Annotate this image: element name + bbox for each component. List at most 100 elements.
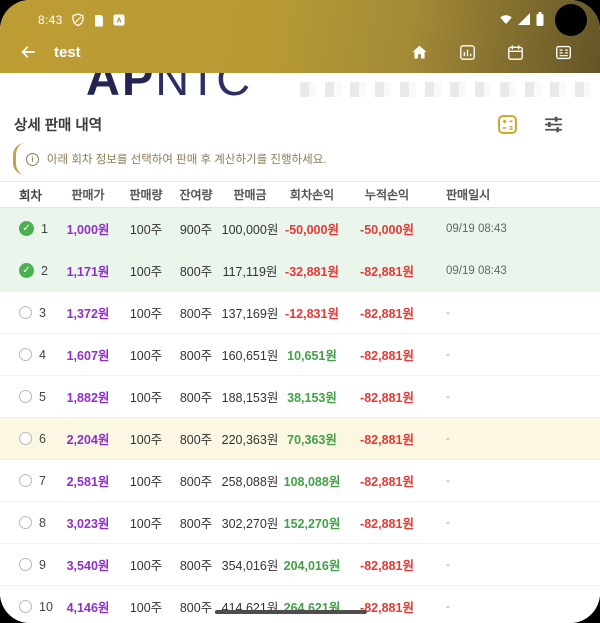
status-left-icons: A xyxy=(72,13,125,27)
radio-icon[interactable] xyxy=(19,348,32,361)
radio-icon[interactable] xyxy=(19,516,32,529)
check-icon[interactable]: ✓ xyxy=(19,221,34,236)
round-pl-cell: -32,881원 xyxy=(280,261,344,280)
round-cell: 7 xyxy=(12,474,56,488)
app-bar: test xyxy=(0,32,600,72)
radio-icon[interactable] xyxy=(19,600,32,613)
round-pl-cell: -12,831원 xyxy=(280,303,344,322)
round-cell: ✓2 xyxy=(12,263,56,278)
summary-card-icon[interactable] xyxy=(547,43,580,62)
datetime-cell: - xyxy=(430,391,600,403)
notice-text: 아래 회차 정보를 선택하여 판매 후 계산하기를 진행하세요. xyxy=(47,151,326,167)
home-icon[interactable] xyxy=(403,43,436,62)
remain-cell: 800주 xyxy=(172,387,220,406)
round-number: 6 xyxy=(39,432,46,446)
volume-cell: 100주 xyxy=(120,303,172,322)
apnic-logo: APNIC xyxy=(86,73,257,102)
remain-cell: 900주 xyxy=(172,219,220,238)
price-cell: 3,540원 xyxy=(56,555,120,574)
column-header-4: 판매금 xyxy=(220,186,280,203)
section-title: 상세 판매 내역 xyxy=(14,114,102,135)
volume-cell: 100주 xyxy=(120,387,172,406)
round-pl-cell: 204,016원 xyxy=(280,555,344,574)
info-icon: i xyxy=(26,153,39,166)
table-row-7[interactable]: 72,581원100주800주258,088원108,088원-82,881원- xyxy=(0,460,600,502)
cum-pl-cell: -82,881원 xyxy=(344,261,430,280)
round-number: 3 xyxy=(39,306,46,320)
back-arrow-icon[interactable] xyxy=(18,42,38,62)
cum-pl-cell: -82,881원 xyxy=(344,303,430,322)
datetime-cell: - xyxy=(430,601,600,613)
round-number: 4 xyxy=(39,348,46,362)
table-row-10[interactable]: 104,146원100주800주414,621원264,621원-82,881원… xyxy=(0,586,600,623)
gold-header: 8:43 A xyxy=(0,0,600,73)
radio-icon[interactable] xyxy=(19,474,32,487)
round-cell: 5 xyxy=(12,390,56,404)
cum-pl-cell: -82,881원 xyxy=(344,555,430,574)
table-row-5[interactable]: 51,882원100주800주188,153원38,153원-82,881원- xyxy=(0,376,600,418)
check-icon[interactable]: ✓ xyxy=(19,263,34,278)
table-row-6[interactable]: 62,204원100주800주220,363원70,363원-82,881원- xyxy=(0,418,600,460)
table-row-4[interactable]: 41,607원100주800주160,651원10,651원-82,881원- xyxy=(0,334,600,376)
round-pl-cell: 38,153원 xyxy=(280,387,344,406)
cum-pl-cell: -82,881원 xyxy=(344,513,430,532)
remain-cell: 800주 xyxy=(172,261,220,280)
volume-cell: 100주 xyxy=(120,513,172,532)
calendar-icon[interactable] xyxy=(499,43,532,62)
app-badge-icon: A xyxy=(113,14,125,26)
round-number: 8 xyxy=(39,516,46,530)
datetime-cell: - xyxy=(430,475,600,487)
table-row-8[interactable]: 83,023원100주800주302,270원152,270원-82,881원- xyxy=(0,502,600,544)
radio-icon[interactable] xyxy=(19,432,32,445)
amount-cell: 117,119원 xyxy=(220,261,280,280)
table-row-9[interactable]: 93,540원100주800주354,016원204,016원-82,881원- xyxy=(0,544,600,586)
radio-icon[interactable] xyxy=(19,558,32,571)
cum-pl-cell: -82,881원 xyxy=(344,471,430,490)
cum-pl-cell: -50,000원 xyxy=(344,219,430,238)
table-row-3[interactable]: 31,372원100주800주137,169원-12,831원-82,881원- xyxy=(0,292,600,334)
radio-icon[interactable] xyxy=(19,306,32,319)
logo-strip: APNIC xyxy=(0,73,600,102)
table-header-row: 회차판매가판매량잔여량판매금회차손익누적손익판매일시 xyxy=(0,181,600,208)
amount-cell: 302,270원 xyxy=(220,513,280,532)
price-cell: 1,171원 xyxy=(56,261,120,280)
datetime-cell: - xyxy=(430,517,600,529)
stats-chart-icon[interactable] xyxy=(451,43,484,62)
wifi-icon xyxy=(499,13,513,25)
column-header-5: 회차손익 xyxy=(280,186,344,203)
remain-cell: 800주 xyxy=(172,303,220,322)
price-cell: 2,204원 xyxy=(56,429,120,448)
notice-banner: i 아래 회차 정보를 선택하여 판매 후 계산하기를 진행하세요. xyxy=(13,143,586,175)
round-cell: 3 xyxy=(12,306,56,320)
table-row-2[interactable]: ✓21,171원100주800주117,119원-32,881원-82,881원… xyxy=(0,250,600,292)
camera-cutout xyxy=(555,4,587,36)
datetime-cell: - xyxy=(430,349,600,361)
column-header-3: 잔여량 xyxy=(172,186,220,203)
round-cell: ✓1 xyxy=(12,221,56,236)
round-number: 9 xyxy=(39,558,46,572)
remain-cell: 800주 xyxy=(172,597,220,616)
round-pl-cell: 70,363원 xyxy=(280,429,344,448)
volume-cell: 100주 xyxy=(120,429,172,448)
section-head: 상세 판매 내역 xyxy=(0,102,600,137)
round-number: 7 xyxy=(39,474,46,488)
calculator-icon[interactable] xyxy=(497,114,518,135)
column-header-1: 판매가 xyxy=(56,186,120,203)
round-cell: 8 xyxy=(12,516,56,530)
round-pl-cell: -50,000원 xyxy=(280,219,344,238)
gesture-bar[interactable] xyxy=(215,610,367,614)
battery-icon xyxy=(536,12,544,26)
section-icons xyxy=(497,114,586,135)
filter-tune-icon[interactable] xyxy=(543,114,564,135)
cum-pl-cell: -82,881원 xyxy=(344,345,430,364)
remain-cell: 800주 xyxy=(172,513,220,532)
radio-icon[interactable] xyxy=(19,390,32,403)
column-header-0: 회차 xyxy=(12,185,56,204)
table-row-1[interactable]: ✓11,000원100주900주100,000원-50,000원-50,000원… xyxy=(0,208,600,250)
page-title: test xyxy=(54,44,81,61)
amount-cell: 100,000원 xyxy=(220,219,280,238)
vpn-shield-icon xyxy=(72,13,84,27)
appbar-actions xyxy=(403,43,582,62)
sales-table: 회차판매가판매량잔여량판매금회차손익누적손익판매일시 ✓11,000원100주9… xyxy=(0,181,600,623)
price-cell: 1,882원 xyxy=(56,387,120,406)
